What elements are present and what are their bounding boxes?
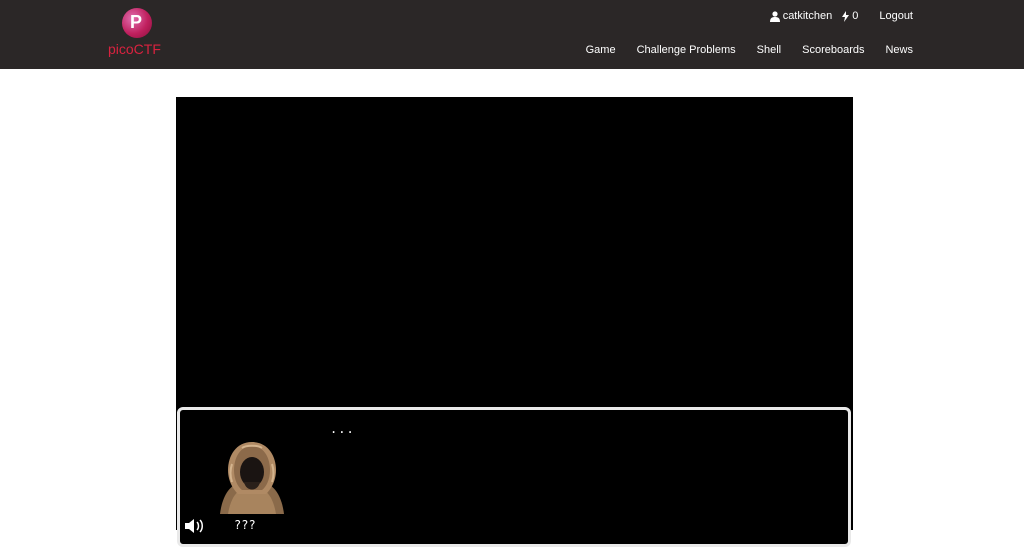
main-nav: Game Challenge Problems Shell Scoreboard… bbox=[565, 44, 913, 56]
nav-news[interactable]: News bbox=[885, 44, 913, 56]
bolt-icon bbox=[842, 10, 850, 22]
nav-game[interactable]: Game bbox=[586, 44, 616, 56]
dialog-box[interactable]: ... ??? bbox=[177, 407, 851, 547]
logout-link[interactable]: Logout bbox=[879, 10, 913, 22]
nav-scoreboards[interactable]: Scoreboards bbox=[802, 44, 864, 56]
nav-shell[interactable]: Shell bbox=[757, 44, 781, 56]
user-icon bbox=[769, 10, 780, 22]
user-profile-link[interactable]: catkitchen bbox=[769, 10, 833, 22]
username-label: catkitchen bbox=[782, 10, 833, 22]
nav-challenge-problems[interactable]: Challenge Problems bbox=[637, 44, 736, 56]
picoctf-logo[interactable]: P picoCTF bbox=[108, 7, 168, 59]
dialog-text: ... bbox=[330, 422, 355, 436]
user-area: catkitchen 0 Logout bbox=[760, 9, 913, 23]
score-indicator[interactable]: 0 bbox=[842, 10, 858, 22]
logo-text: picoCTF bbox=[108, 41, 161, 57]
logo-p-glyph: P bbox=[130, 12, 143, 32]
sound-on-icon[interactable] bbox=[183, 518, 207, 534]
hooded-figure-portrait bbox=[220, 442, 284, 514]
top-navbar: P picoCTF catkitchen 0 Logout Game Chall… bbox=[0, 0, 1024, 69]
score-value: 0 bbox=[852, 10, 859, 22]
